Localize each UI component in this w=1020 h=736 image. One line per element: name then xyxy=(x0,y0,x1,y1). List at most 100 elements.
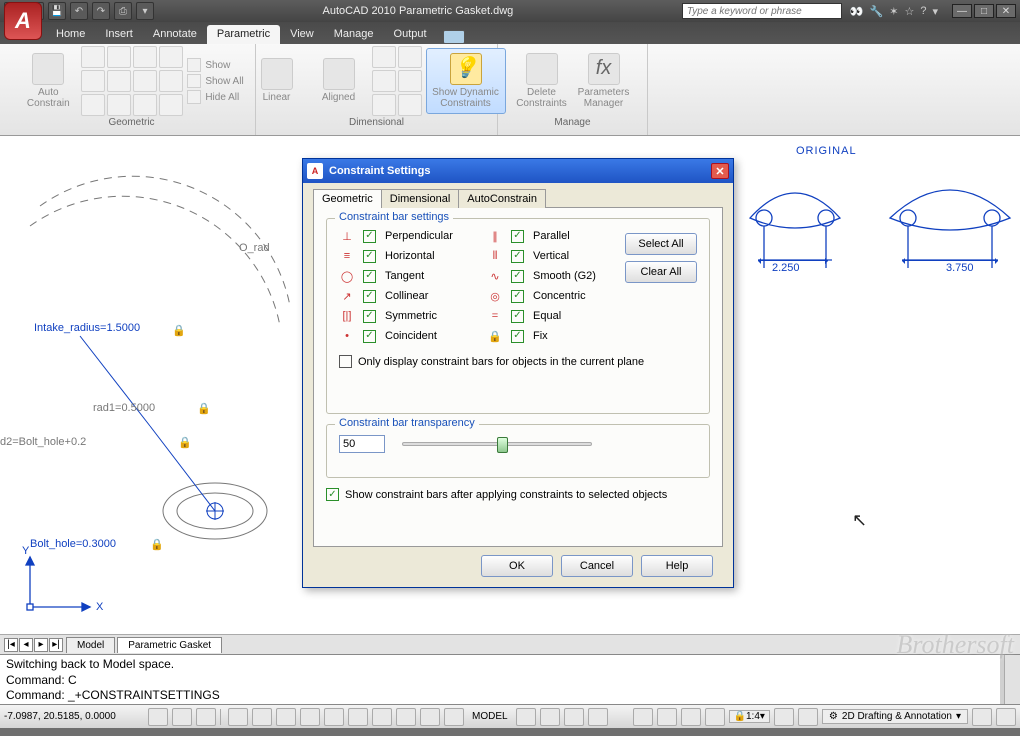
parameters-manager-button[interactable]: fxParameters Manager xyxy=(575,48,633,114)
chk-fix[interactable]: ✓ xyxy=(511,330,524,343)
chk-smooth[interactable]: ✓ xyxy=(511,270,524,283)
sb-polar-icon[interactable] xyxy=(228,708,248,726)
hideall-button[interactable]: Hide All xyxy=(187,90,243,104)
annotation-scale[interactable]: 🔒1:4▾ xyxy=(729,710,770,723)
tab-parametric[interactable]: Parametric xyxy=(207,25,280,44)
sb-dyn-icon[interactable] xyxy=(324,708,344,726)
showall-button[interactable]: Show All xyxy=(187,74,243,88)
dlg-tab-autoconstrain[interactable]: AutoConstrain xyxy=(458,189,546,208)
sb-cleanscreen-icon[interactable] xyxy=(996,708,1016,726)
qat-save-icon[interactable]: 💾 xyxy=(48,2,66,20)
close-button[interactable]: ✕ xyxy=(996,4,1016,18)
sb-btn14-icon[interactable] xyxy=(516,708,536,726)
sb-grid-icon[interactable] xyxy=(172,708,192,726)
sb-btn11-icon[interactable] xyxy=(396,708,416,726)
app-menu-button[interactable]: A xyxy=(4,2,42,40)
tab-view[interactable]: View xyxy=(280,25,324,44)
cmd-scrollbar[interactable] xyxy=(1004,655,1020,704)
maximize-button[interactable]: □ xyxy=(974,4,994,18)
tab-layout[interactable]: Parametric Gasket xyxy=(117,637,222,653)
dlg-tab-geometric[interactable]: Geometric xyxy=(313,189,382,208)
geometric-constraints-grid[interactable] xyxy=(81,46,183,116)
chk-symmetric[interactable]: ✓ xyxy=(363,310,376,323)
sb-btn17-icon[interactable] xyxy=(588,708,608,726)
cmd-grip[interactable] xyxy=(1000,655,1004,704)
sb-btn15-icon[interactable] xyxy=(540,708,560,726)
sb-annovisibility-icon[interactable] xyxy=(774,708,794,726)
sb-toolbar-lock-icon[interactable] xyxy=(972,708,992,726)
dim-grid[interactable] xyxy=(372,46,422,116)
sb-osnap-icon[interactable] xyxy=(252,708,272,726)
nav-first-icon[interactable]: |◂ xyxy=(4,638,18,652)
dropdown-icon[interactable]: ▾ xyxy=(932,5,938,18)
mail-icon[interactable] xyxy=(443,30,465,44)
tab-manage[interactable]: Manage xyxy=(324,25,384,44)
workspace-switcher[interactable]: ⚙2D Drafting & Annotation▾ xyxy=(822,709,968,724)
chk-horizontal[interactable]: ✓ xyxy=(363,250,376,263)
sb-qp-icon[interactable] xyxy=(372,708,392,726)
chk-parallel[interactable]: ✓ xyxy=(511,230,524,243)
auto-constrain-button[interactable]: Auto Constrain xyxy=(19,48,77,114)
chk-only-current-plane[interactable]: ✓ xyxy=(339,355,352,368)
tab-model[interactable]: Model xyxy=(66,637,115,653)
sb-otrack-icon[interactable] xyxy=(276,708,296,726)
help-search-input[interactable] xyxy=(682,3,842,19)
dlg-tab-dimensional[interactable]: Dimensional xyxy=(381,189,460,208)
transparency-input[interactable] xyxy=(339,435,385,453)
transparency-slider[interactable] xyxy=(402,442,592,446)
chk-vertical[interactable]: ✓ xyxy=(511,250,524,263)
delete-constraints-button[interactable]: Delete Constraints xyxy=(513,48,571,114)
sb-wheel-icon[interactable] xyxy=(681,708,701,726)
chk-perpendicular[interactable]: ✓ xyxy=(363,230,376,243)
tab-home[interactable]: Home xyxy=(46,25,95,44)
nav-prev-icon[interactable]: ◂ xyxy=(19,638,33,652)
chk-concentric[interactable]: ✓ xyxy=(511,290,524,303)
cmd-line: Switching back to Model space. xyxy=(6,657,1014,673)
chk-tangent[interactable]: ✓ xyxy=(363,270,376,283)
sb-annoauto-icon[interactable] xyxy=(798,708,818,726)
chk-show-after-apply[interactable]: ✓ xyxy=(326,488,339,501)
clear-all-button[interactable]: Clear All xyxy=(625,261,697,283)
dialog-titlebar[interactable]: A Constraint Settings ✕ xyxy=(303,159,733,183)
sb-btn12-icon[interactable] xyxy=(420,708,440,726)
sb-zoom-icon[interactable] xyxy=(657,708,677,726)
qat-undo-icon[interactable]: ↶ xyxy=(70,2,88,20)
qat-dropdown-icon[interactable]: ▾ xyxy=(136,2,154,20)
sb-ducs-icon[interactable] xyxy=(300,708,320,726)
model-space-toggle[interactable]: MODEL xyxy=(468,711,512,722)
chk-coincident[interactable]: ✓ xyxy=(363,330,376,343)
favorites-icon[interactable]: ☆ xyxy=(904,5,914,18)
cancel-button[interactable]: Cancel xyxy=(561,555,633,577)
sb-btn13-icon[interactable] xyxy=(444,708,464,726)
show-button[interactable]: Show xyxy=(187,58,243,72)
command-window[interactable]: Switching back to Model space. Command: … xyxy=(0,654,1020,704)
sb-lw-icon[interactable] xyxy=(348,708,368,726)
minimize-button[interactable]: — xyxy=(952,4,972,18)
comm-icon[interactable]: ✶ xyxy=(889,5,898,18)
chk-equal[interactable]: ✓ xyxy=(511,310,524,323)
key-icon[interactable]: 🔧 xyxy=(870,5,884,18)
binoculars-icon[interactable]: 👀 xyxy=(850,5,864,18)
help-button[interactable]: Help xyxy=(641,555,713,577)
qat-redo-icon[interactable]: ↷ xyxy=(92,2,110,20)
ok-button[interactable]: OK xyxy=(481,555,553,577)
linear-button[interactable]: Linear xyxy=(248,48,306,114)
sb-btn16-icon[interactable] xyxy=(564,708,584,726)
help-icon[interactable]: ? xyxy=(920,5,926,18)
tab-output[interactable]: Output xyxy=(384,25,437,44)
tab-insert[interactable]: Insert xyxy=(95,25,143,44)
qat-print-icon[interactable]: ⎙ xyxy=(114,2,132,20)
sb-snap-icon[interactable] xyxy=(148,708,168,726)
nav-last-icon[interactable]: ▸| xyxy=(49,638,63,652)
dialog-close-button[interactable]: ✕ xyxy=(711,163,729,179)
dim-line-2 xyxy=(902,260,998,261)
sb-showmotion-icon[interactable] xyxy=(705,708,725,726)
show-dynamic-constraints-button[interactable]: 💡Show Dynamic Constraints xyxy=(426,48,506,114)
tab-annotate[interactable]: Annotate xyxy=(143,25,207,44)
select-all-button[interactable]: Select All xyxy=(625,233,697,255)
sb-pan-icon[interactable] xyxy=(633,708,653,726)
nav-next-icon[interactable]: ▸ xyxy=(34,638,48,652)
chk-collinear[interactable]: ✓ xyxy=(363,290,376,303)
aligned-button[interactable]: Aligned xyxy=(310,48,368,114)
sb-ortho-icon[interactable] xyxy=(196,708,216,726)
